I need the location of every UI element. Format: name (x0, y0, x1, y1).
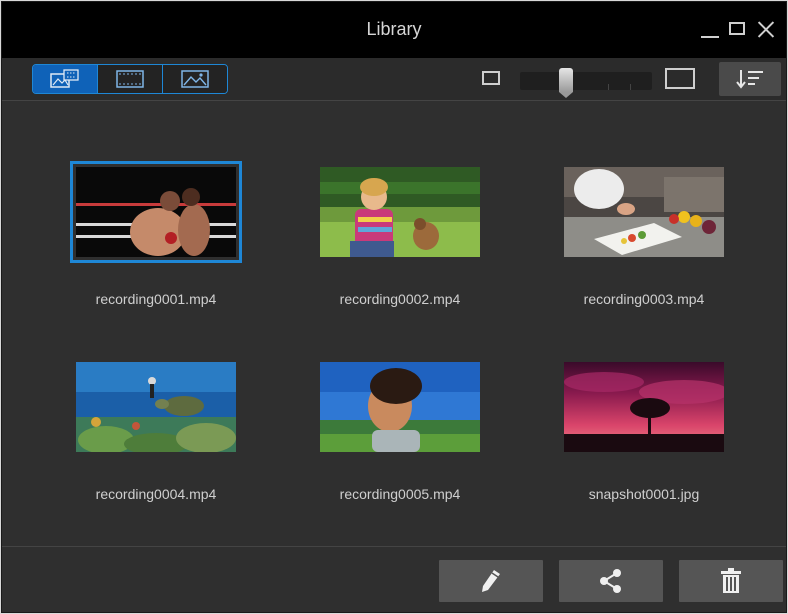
media-tile[interactable]: recording0005.mp4 (295, 362, 505, 542)
media-tile[interactable]: recording0003.mp4 (539, 167, 749, 347)
edit-button[interactable] (439, 560, 543, 602)
sort-descending-icon (736, 70, 763, 89)
media-tile[interactable]: recording0001.mp4 (51, 161, 261, 347)
pencil-icon (482, 570, 500, 592)
filename-label: recording0001.mp4 (95, 291, 217, 307)
small-thumbnail-icon[interactable] (482, 71, 500, 85)
thumbnail-child-with-dog (320, 167, 480, 257)
filename-label: recording0002.mp4 (339, 291, 461, 307)
view-mode-group (32, 64, 228, 94)
film-strip-icon (116, 70, 144, 88)
view-video-button[interactable] (98, 65, 163, 93)
filename-label: recording0005.mp4 (339, 486, 461, 502)
toolbar (2, 58, 786, 101)
media-tile[interactable]: recording0002.mp4 (295, 167, 505, 347)
thumbnail-sunset-tree (564, 362, 724, 452)
sort-button[interactable] (719, 62, 781, 96)
maximize-icon[interactable] (726, 16, 750, 42)
library-window: Library recording0001.mp4 recording0002.… (1, 1, 787, 613)
thumbnail-size-slider[interactable] (520, 68, 652, 98)
thumbnail-kitchen (564, 167, 724, 257)
title-bar[interactable]: Library (2, 2, 786, 58)
thumbnail-boy-portrait (320, 362, 480, 452)
minimize-icon[interactable] (698, 16, 722, 42)
media-tile[interactable]: snapshot0001.jpg (539, 362, 749, 542)
media-grid: recording0001.mp4 recording0002.mp4 reco… (2, 102, 786, 546)
thumbnail-sea-turtle (76, 362, 236, 452)
slider-thumb[interactable] (559, 68, 573, 98)
image-icon (181, 70, 209, 88)
filename-label: recording0004.mp4 (95, 486, 217, 502)
share-icon (600, 569, 621, 593)
view-all-media-button[interactable] (33, 65, 98, 93)
media-tile[interactable]: recording0004.mp4 (51, 362, 261, 542)
filename-label: recording0003.mp4 (583, 291, 705, 307)
view-photo-button[interactable] (163, 65, 227, 93)
media-thumbnails-icon (50, 69, 79, 88)
action-bar (2, 547, 786, 613)
filename-label: snapshot0001.jpg (588, 486, 700, 502)
close-icon[interactable] (754, 16, 778, 42)
trash-icon (721, 568, 741, 593)
window-title: Library (366, 19, 422, 39)
slider-ticks (520, 84, 652, 90)
thumbnail-boxing (70, 161, 242, 263)
large-thumbnail-icon[interactable] (665, 68, 695, 89)
delete-button[interactable] (679, 560, 783, 602)
share-button[interactable] (559, 560, 663, 602)
